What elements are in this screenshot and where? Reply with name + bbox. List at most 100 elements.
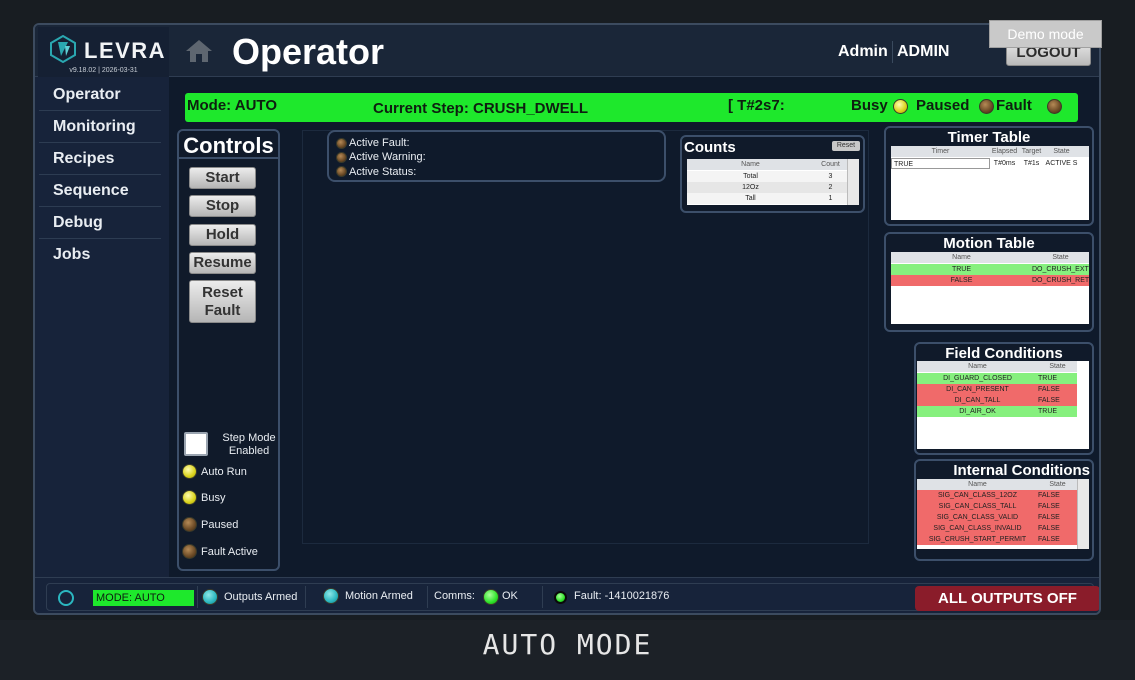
table-row[interactable]: DI_CAN_TALL FALSE (917, 395, 1077, 406)
user-name: ADMIN (897, 43, 950, 60)
table-row[interactable]: DI_GUARD_CLOSED TRUE (917, 373, 1077, 384)
table-header: Name State (917, 361, 1077, 372)
paused-indicator-icon (182, 517, 197, 532)
count-name: Tall (745, 195, 756, 202)
condition-state: FALSE (1038, 503, 1060, 510)
caption: AUTO MODE (482, 628, 653, 661)
table-header: Name Count (687, 159, 847, 170)
condition-state: TRUE (1038, 375, 1058, 382)
active-warning-text: Active Warning: (349, 151, 426, 163)
active-status-text: Active Status: (349, 166, 417, 178)
condition-name: SIG_CAN_CLASS_INVALID (933, 525, 1022, 532)
levra-logo-icon (50, 35, 76, 63)
table-row[interactable]: DI_AIR_OK TRUE (917, 406, 1077, 417)
motion-name: TRUE (951, 266, 972, 273)
controls-panel: Controls Start Stop Hold Resume Reset Fa… (177, 129, 280, 571)
table-row[interactable]: SIG_CAN_CLASS_VALID FALSE (917, 512, 1077, 523)
table-row[interactable]: SIG_CAN_CLASS_TALL FALSE (917, 501, 1077, 512)
logo: LEVRA v9.18.02 | 2026-03-31 (38, 27, 169, 77)
sidebar-item-operator[interactable]: Operator (39, 79, 161, 111)
mode-text: Mode: AUTO (187, 97, 277, 114)
condition-state: FALSE (1038, 386, 1060, 393)
sidebar-item-jobs[interactable]: Jobs (39, 239, 161, 271)
table-row[interactable]: TRUE T#0ms T#1s ACTIVE S (891, 158, 1089, 169)
condition-state: FALSE (1038, 492, 1060, 499)
hold-button[interactable]: Hold (189, 224, 256, 246)
condition-name: SIG_CAN_CLASS_VALID (936, 514, 1019, 521)
count-value: 3 (828, 173, 833, 180)
busy-label: Busy (851, 97, 888, 114)
table-header: Name State (917, 479, 1077, 490)
status-message-icon (336, 166, 347, 177)
sidebar-item-debug[interactable]: Debug (39, 207, 161, 239)
timer-elapsed: T#0ms (993, 160, 1016, 167)
motion-armed-label: Motion Armed (345, 590, 413, 602)
divider (305, 586, 306, 608)
divider (542, 586, 543, 608)
fault-status-icon (554, 591, 567, 604)
table-header: Timer Elapsed Target State (891, 146, 1089, 157)
column-header: Name (968, 363, 987, 370)
resume-button[interactable]: Resume (189, 252, 256, 274)
table-row[interactable]: SIG_CAN_CLASS_12OZ FALSE (917, 490, 1077, 501)
condition-state: TRUE (1038, 408, 1058, 415)
counts-panel: Counts Reset Name Count Total 3 12Oz 2 T… (680, 135, 865, 213)
condition-name: SIG_CRUSH_START_PERMIT (928, 536, 1027, 543)
hmi-window: LEVRA v9.18.02 | 2026-03-31 Operator Adm… (33, 23, 1101, 615)
stop-button[interactable]: Stop (189, 195, 256, 217)
mode-ring-icon (58, 590, 74, 606)
auto-run-label: Auto Run (201, 466, 247, 478)
field-conditions-panel: Field Conditions Name State DI_GUARD_CLO… (914, 342, 1094, 455)
table-row[interactable]: 12Oz 2 (687, 182, 847, 193)
field-conditions-table: Name State DI_GUARD_CLOSED TRUE DI_CAN_P… (917, 361, 1089, 449)
timer-state: ACTIVE S (1045, 160, 1078, 167)
table-header: Name State (891, 252, 1089, 263)
table-row[interactable]: FALSE DO_CRUSH_RET (891, 275, 1089, 286)
counts-table: Name Count Total 3 12Oz 2 Tall 1 (687, 159, 859, 205)
table-row[interactable]: SIG_CAN_CLASS_INVALID FALSE (917, 523, 1077, 534)
field-conditions-title: Field Conditions (945, 345, 1063, 362)
sidebar-item-monitoring[interactable]: Monitoring (39, 111, 161, 143)
footer: MODE: AUTO Outputs Armed Motion Armed Co… (35, 577, 1099, 613)
timer-table: Timer Elapsed Target State TRUE T#0ms T#… (891, 146, 1089, 220)
demo-mode-badge[interactable]: Demo mode (989, 20, 1102, 48)
reset-fault-line2: Fault (204, 302, 241, 319)
motion-name: FALSE (950, 277, 973, 284)
condition-state: FALSE (1038, 525, 1060, 532)
page-title: Operator (232, 31, 385, 72)
condition-state: FALSE (1038, 397, 1060, 404)
controls-title: Controls (179, 133, 278, 159)
motion-table-title: Motion Table (943, 235, 1035, 252)
current-step-text: Current Step: CRUSH_DWELL (373, 100, 589, 117)
step-mode-line1: Step Mode (222, 432, 276, 444)
scrollbar[interactable] (1077, 479, 1089, 549)
table-row[interactable]: Total 3 (687, 171, 847, 182)
divider (427, 586, 428, 608)
start-button[interactable]: Start (189, 167, 256, 189)
sidebar-item-recipes[interactable]: Recipes (39, 143, 161, 175)
fault-active-indicator-icon (182, 544, 197, 559)
reset-fault-button[interactable]: Reset Fault (189, 280, 256, 323)
table-row[interactable]: Tall 1 (687, 193, 847, 204)
table-row[interactable]: DI_CAN_PRESENT FALSE (917, 384, 1077, 395)
motion-table-panel: Motion Table Name State TRUE DO_CRUSH_EX… (884, 232, 1094, 332)
busy-indicator-icon (893, 99, 908, 114)
timer-name: TRUE (891, 158, 990, 169)
table-row[interactable]: TRUE DO_CRUSH_EXT (891, 264, 1089, 275)
home-icon[interactable] (185, 39, 213, 63)
motion-state: DO_CRUSH_RET (1032, 277, 1089, 284)
column-header: Count (821, 161, 840, 168)
comms-value: OK (502, 590, 518, 602)
step-mode-checkbox[interactable] (184, 432, 208, 456)
condition-name: DI_GUARD_CLOSED (943, 375, 1012, 382)
table-row[interactable]: SIG_CRUSH_START_PERMIT FALSE (917, 534, 1077, 545)
condition-name: DI_CAN_TALL (954, 397, 1001, 404)
column-header: State (1052, 254, 1069, 261)
counts-reset-button[interactable]: Reset (832, 141, 860, 151)
sidebar-item-sequence[interactable]: Sequence (39, 175, 161, 207)
scrollbar[interactable] (847, 159, 859, 205)
condition-state: FALSE (1038, 536, 1060, 543)
motion-table: Name State TRUE DO_CRUSH_EXT FALSE DO_CR… (891, 252, 1089, 324)
all-outputs-off-button[interactable]: ALL OUTPUTS OFF (915, 586, 1099, 611)
column-header: State (1049, 363, 1066, 370)
